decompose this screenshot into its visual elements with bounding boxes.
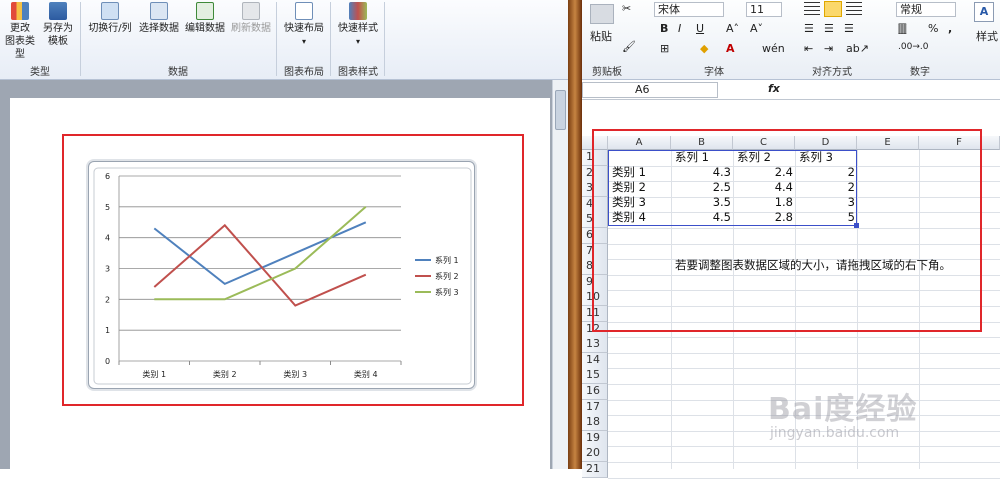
currency-icon[interactable]: 🀫: [898, 22, 907, 36]
styles-label[interactable]: 样式: [976, 28, 998, 44]
edit-data-icon: [196, 2, 214, 20]
row-header-14[interactable]: 14: [582, 353, 608, 369]
row-header-15[interactable]: 15: [582, 368, 608, 384]
align-bottom-icon[interactable]: [846, 2, 862, 16]
group-label-type: 类型: [30, 67, 50, 78]
italic-button[interactable]: I: [678, 22, 681, 35]
highlight-box-chart: [62, 134, 524, 406]
comma-button[interactable]: ,: [948, 22, 952, 35]
grow-font-button[interactable]: A˄: [726, 22, 739, 35]
format-painter-icon[interactable]: 🖌: [622, 40, 636, 53]
edit-data-button[interactable]: 编辑数据: [182, 0, 228, 35]
font-color-icon[interactable]: A: [726, 42, 735, 55]
decrease-indent-icon[interactable]: ⇤: [804, 42, 813, 55]
word-chart-tools-ribbon: 更改 图表类型 另存为 模板 切换行/列 选择数据 编辑数据 刷新数据 快速布局…: [0, 0, 568, 80]
font-name-select[interactable]: 宋体: [654, 2, 724, 17]
quick-style-label: 快速样式: [338, 23, 378, 34]
highlight-box-data: [592, 129, 982, 332]
group-label-chart-layout: 图表布局: [284, 67, 324, 78]
bold-button[interactable]: B: [660, 22, 668, 35]
grid-line: [608, 353, 1000, 354]
excel-home-ribbon: 粘贴 ✂ 🖌 宋体 11 B I U A˄ A˅ ⊞ ◆ A wén ☰ ☰ ☰…: [582, 0, 1000, 80]
name-box[interactable]: A6: [582, 82, 718, 98]
quick-layout-icon: [295, 2, 313, 20]
save-as-template-label: 另存为 模板: [43, 23, 73, 47]
quick-style-button[interactable]: 快速样式 ▾: [334, 0, 382, 48]
group-label-clipboard: 剪贴板: [592, 67, 622, 78]
increase-indent-icon[interactable]: ⇥: [824, 42, 833, 55]
group-label-font: 字体: [704, 67, 724, 78]
select-data-button[interactable]: 选择数据: [136, 0, 182, 35]
increase-decimal-icon[interactable]: .00→.0: [898, 42, 928, 52]
grid-line: [608, 462, 1000, 463]
row-header-19[interactable]: 19: [582, 431, 608, 447]
chevron-down-icon: ▾: [355, 37, 360, 46]
select-data-label: 选择数据: [139, 23, 179, 34]
font-size-select[interactable]: 11: [746, 2, 782, 17]
grid-line: [608, 368, 1000, 369]
styles-icon[interactable]: A: [974, 2, 994, 22]
paste-icon[interactable]: [590, 4, 614, 24]
refresh-data-label: 刷新数据: [231, 23, 271, 34]
save-template-icon: [49, 2, 67, 20]
row-header-21[interactable]: 21: [582, 462, 608, 478]
scroll-thumb[interactable]: [555, 90, 566, 130]
vertical-scrollbar[interactable]: [552, 80, 568, 469]
grid-line: [608, 337, 1000, 338]
paste-label[interactable]: 粘贴: [590, 28, 612, 44]
switch-row-col-icon: [101, 2, 119, 20]
phonetic-icon[interactable]: wén: [762, 42, 785, 55]
refresh-data-button[interactable]: 刷新数据: [228, 0, 274, 35]
orientation-icon[interactable]: ab↗: [846, 42, 869, 55]
chevron-down-icon: ▾: [301, 37, 306, 46]
grid-line: [608, 446, 1000, 447]
group-label-number: 数字: [910, 67, 930, 78]
align-left-icon[interactable]: ☰: [804, 22, 814, 35]
quick-layout-button[interactable]: 快速布局 ▾: [280, 0, 328, 48]
row-header-20[interactable]: 20: [582, 446, 608, 462]
align-center-icon[interactable]: ☰: [824, 22, 834, 35]
group-label-chart-style: 图表样式: [338, 67, 378, 78]
row-header-17[interactable]: 17: [582, 400, 608, 416]
quick-layout-label: 快速布局: [284, 23, 324, 34]
change-chart-type-button[interactable]: 更改 图表类型: [2, 0, 38, 61]
quick-style-icon: [349, 2, 367, 20]
group-label-alignment: 对齐方式: [812, 67, 852, 78]
baidu-watermark-url: jingyan.baidu.com: [770, 425, 900, 441]
number-format-select[interactable]: 常规: [896, 2, 956, 17]
underline-button[interactable]: U: [696, 22, 704, 35]
select-data-icon: [150, 2, 168, 20]
refresh-data-icon: [242, 2, 260, 20]
shrink-font-button[interactable]: A˅: [750, 22, 763, 35]
switch-row-col-label: 切换行/列: [88, 23, 132, 34]
align-top-icon[interactable]: [804, 2, 820, 16]
fill-color-icon[interactable]: ◆: [700, 42, 708, 55]
align-right-icon[interactable]: ☰: [844, 22, 854, 35]
edit-data-label: 编辑数据: [185, 23, 225, 34]
borders-icon[interactable]: ⊞: [660, 42, 669, 55]
baidu-watermark: Bai度经验: [768, 392, 918, 427]
change-chart-type-label: 更改 图表类型: [5, 23, 35, 60]
row-header-13[interactable]: 13: [582, 337, 608, 353]
window-divider: [568, 0, 582, 469]
group-label-data: 数据: [168, 67, 188, 78]
switch-row-col-button[interactable]: 切换行/列: [84, 0, 136, 35]
percent-button[interactable]: %: [928, 22, 938, 35]
align-middle-icon[interactable]: [824, 1, 842, 17]
row-header-18[interactable]: 18: [582, 415, 608, 431]
insert-function-icon[interactable]: fx: [768, 82, 780, 95]
save-as-template-button[interactable]: 另存为 模板: [40, 0, 76, 48]
cut-icon[interactable]: ✂: [622, 2, 631, 15]
chart-type-icon: [11, 2, 29, 20]
row-header-16[interactable]: 16: [582, 384, 608, 400]
